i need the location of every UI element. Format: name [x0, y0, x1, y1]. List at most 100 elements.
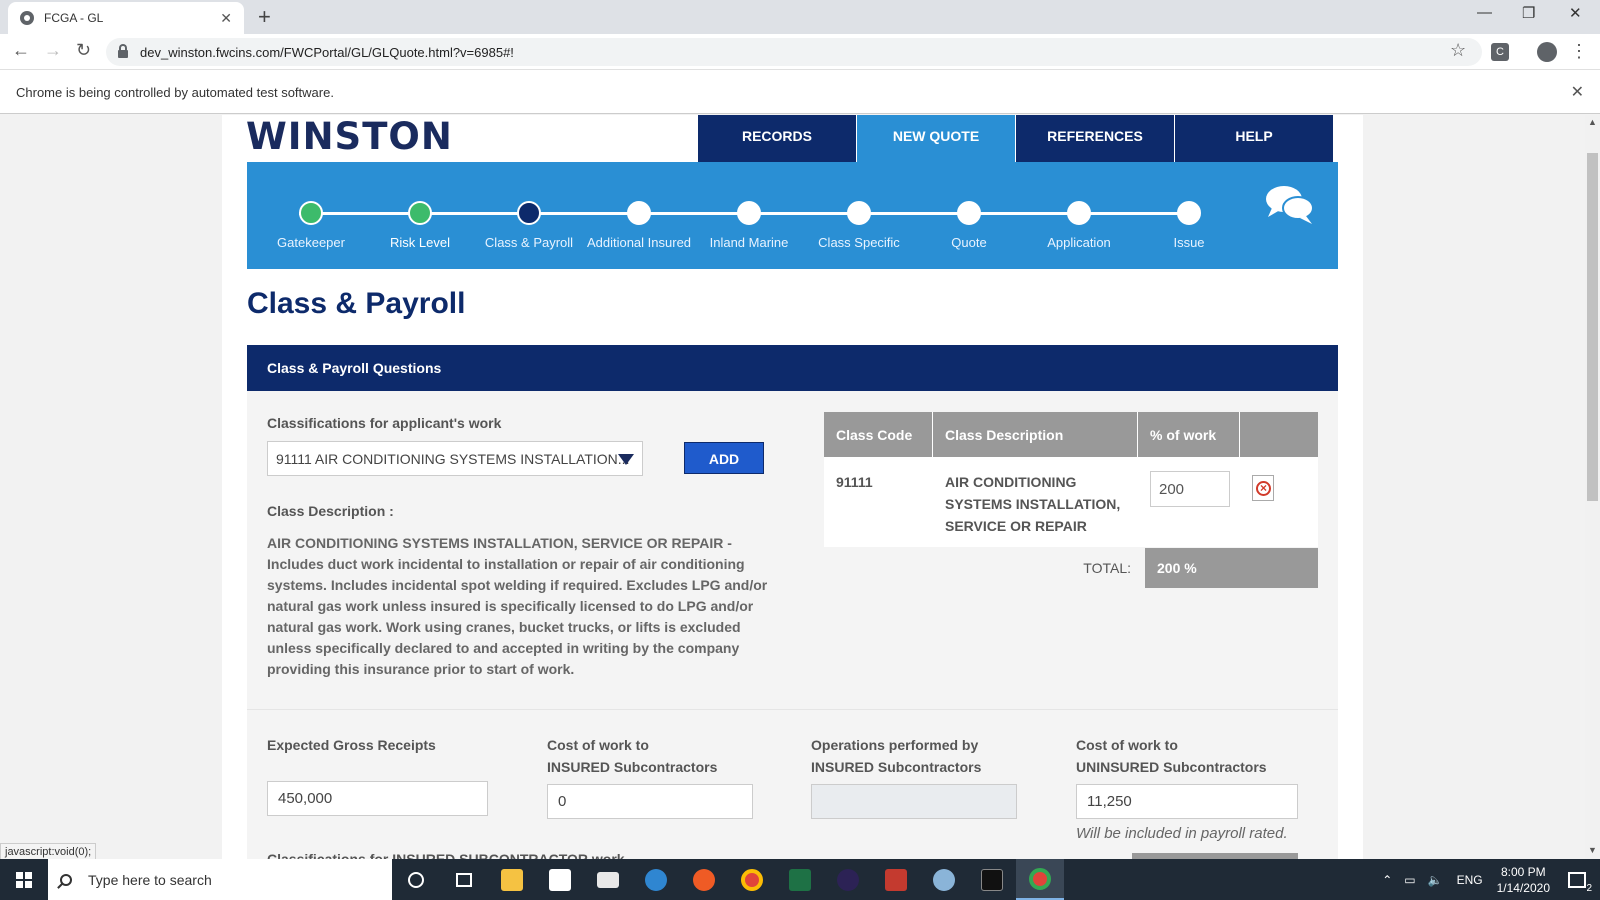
- notifications-button[interactable]: 2: [1568, 871, 1592, 894]
- table-row: 91111 AIR CONDITIONING SYSTEMS INSTALLAT…: [824, 457, 1318, 547]
- add-classification-button[interactable]: ADD: [684, 442, 764, 474]
- eclipse-icon[interactable]: [824, 859, 872, 900]
- selected-classification: 91111 AIR CONDITIONING SYSTEMS INSTALLAT…: [276, 451, 630, 467]
- cortana-icon[interactable]: [392, 859, 440, 900]
- col-class-description: Class Description: [933, 412, 1138, 457]
- chrome-icon[interactable]: [728, 859, 776, 900]
- step-label: Gatekeeper: [277, 235, 345, 250]
- language-indicator[interactable]: ENG: [1457, 873, 1483, 887]
- class-description-label: Class Description :: [267, 503, 394, 519]
- window-close-button[interactable]: ✕: [1569, 4, 1582, 22]
- step-label: Application: [1047, 235, 1111, 250]
- divider: [247, 709, 1338, 710]
- dropdown-arrow-icon: [618, 454, 634, 465]
- back-button[interactable]: ←: [12, 40, 30, 61]
- col-class-code: Class Code: [824, 412, 933, 457]
- mail-icon[interactable]: [584, 859, 632, 900]
- gross-receipts-label: Expected Gross Receipts: [267, 737, 436, 753]
- postman-icon[interactable]: [680, 859, 728, 900]
- insured-sub-cost-input[interactable]: [547, 784, 753, 819]
- classification-table: Class Code Class Description % of work 9…: [824, 412, 1318, 588]
- page-container: WINSTON RECORDS NEW QUOTE REFERENCES HEL…: [222, 115, 1363, 859]
- bookmark-star-icon[interactable]: ☆: [1450, 40, 1466, 61]
- app-icon[interactable]: [872, 859, 920, 900]
- start-button[interactable]: [0, 859, 48, 900]
- uninsured-sub-cost-label-1: Cost of work to: [1076, 737, 1178, 753]
- classification-select[interactable]: 91111 AIR CONDITIONING SYSTEMS INSTALLAT…: [267, 441, 643, 476]
- menu-kebab-icon[interactable]: ⋮: [1570, 41, 1588, 62]
- step-gatekeeper[interactable]: Gatekeeper: [251, 201, 371, 250]
- tab-title: FCGA - GL: [44, 11, 104, 25]
- minimize-button[interactable]: —: [1477, 4, 1492, 21]
- step-dot: [1067, 201, 1091, 225]
- infobar-text: Chrome is being controlled by automated …: [16, 85, 334, 100]
- taskbar-search[interactable]: Type here to search: [48, 859, 392, 900]
- step-label: Additional Insured: [586, 235, 692, 250]
- nav-help[interactable]: HELP: [1174, 115, 1333, 162]
- restore-button[interactable]: ❐: [1522, 4, 1535, 22]
- scrollbar-thumb[interactable]: [1587, 153, 1598, 501]
- ops-insured-sub-field: [811, 784, 1017, 819]
- system-tray: ⌃ ▭ 🔈 ENG 8:00 PM 1/14/2020 2: [1382, 859, 1600, 900]
- class-description-text: AIR CONDITIONING SYSTEMS INSTALLATION, S…: [267, 535, 768, 677]
- extension-icon[interactable]: C: [1491, 43, 1509, 61]
- table-header: Class Code Class Description % of work: [824, 412, 1318, 457]
- uninsured-sub-cost-input[interactable]: [1076, 784, 1298, 819]
- section-header: Class & Payroll Questions: [247, 345, 1338, 391]
- step-class-payroll[interactable]: Class & Payroll: [469, 201, 589, 250]
- step-dot: [1177, 201, 1201, 225]
- step-dot: [737, 201, 761, 225]
- new-tab-button[interactable]: +: [258, 4, 271, 30]
- progress-stepper: Gatekeeper Risk Level Class & Payroll Ad…: [247, 162, 1338, 269]
- store-icon[interactable]: [536, 859, 584, 900]
- tray-chevron-icon[interactable]: ⌃: [1382, 873, 1392, 887]
- page-scrollbar[interactable]: ▲ ▼: [1585, 115, 1600, 859]
- tab-close-icon[interactable]: ✕: [220, 10, 232, 27]
- infobar-close-icon[interactable]: ✕: [1571, 82, 1584, 102]
- volume-icon[interactable]: 🔈: [1428, 873, 1443, 887]
- step-quote[interactable]: Quote: [909, 201, 1029, 250]
- step-inland-marine[interactable]: Inland Marine: [689, 201, 809, 250]
- step-issue[interactable]: Issue: [1129, 201, 1249, 250]
- uninsured-sub-cost-label-2: UNINSURED Subcontractors: [1076, 759, 1267, 775]
- step-dot: [299, 201, 323, 225]
- step-dot: [957, 201, 981, 225]
- taskbar-search-placeholder: Type here to search: [88, 871, 212, 888]
- step-additional-insured[interactable]: Additional Insured: [579, 201, 699, 250]
- nav-references[interactable]: REFERENCES: [1015, 115, 1174, 162]
- chrome-active-icon[interactable]: [1016, 859, 1064, 900]
- task-view-icon[interactable]: [440, 859, 488, 900]
- browser-tab[interactable]: FCGA - GL ✕: [8, 2, 244, 34]
- nav-records[interactable]: RECORDS: [697, 115, 856, 162]
- chat-icon[interactable]: [1264, 184, 1316, 226]
- step-application[interactable]: Application: [1019, 201, 1139, 250]
- total-row: TOTAL: 200 %: [824, 548, 1318, 588]
- page-viewport: WINSTON RECORDS NEW QUOTE REFERENCES HEL…: [0, 115, 1585, 859]
- forward-button[interactable]: →: [44, 40, 62, 61]
- terminal-icon[interactable]: [968, 859, 1016, 900]
- edge-icon[interactable]: [632, 859, 680, 900]
- row-class-code: 91111: [836, 474, 873, 490]
- excel-icon[interactable]: [776, 859, 824, 900]
- step-risk-level[interactable]: Risk Level: [360, 201, 480, 250]
- scroll-down-icon[interactable]: ▼: [1588, 845, 1597, 855]
- url-field[interactable]: dev_winston.fwcins.com/FWCPortal/GL/GLQu…: [106, 38, 1482, 66]
- insured-sub-cost-label-2: INSURED Subcontractors: [547, 759, 718, 775]
- pct-work-input[interactable]: [1150, 471, 1230, 507]
- insured-sub-classifications-label: Classifications for INSURED SUBCONTRACTO…: [267, 851, 625, 859]
- network-icon[interactable]: ▭: [1404, 873, 1415, 887]
- profile-icon[interactable]: [1537, 42, 1557, 62]
- classifications-label: Classifications for applicant's work: [267, 415, 502, 431]
- remove-circle-icon: ×: [1256, 481, 1271, 496]
- scroll-up-icon[interactable]: ▲: [1588, 117, 1597, 127]
- gross-receipts-input[interactable]: [267, 781, 488, 816]
- nav-new-quote[interactable]: NEW QUOTE: [856, 115, 1015, 162]
- winston-logo[interactable]: WINSTON: [246, 115, 453, 158]
- reload-button[interactable]: ↻: [76, 40, 91, 61]
- paint-icon[interactable]: [920, 859, 968, 900]
- step-class-specific[interactable]: Class Specific: [799, 201, 919, 250]
- uninsured-hint: Will be included in payroll rated.: [1076, 825, 1288, 842]
- file-explorer-icon[interactable]: [488, 859, 536, 900]
- clock[interactable]: 8:00 PM 1/14/2020: [1497, 864, 1550, 896]
- delete-row-button[interactable]: ×: [1252, 475, 1274, 501]
